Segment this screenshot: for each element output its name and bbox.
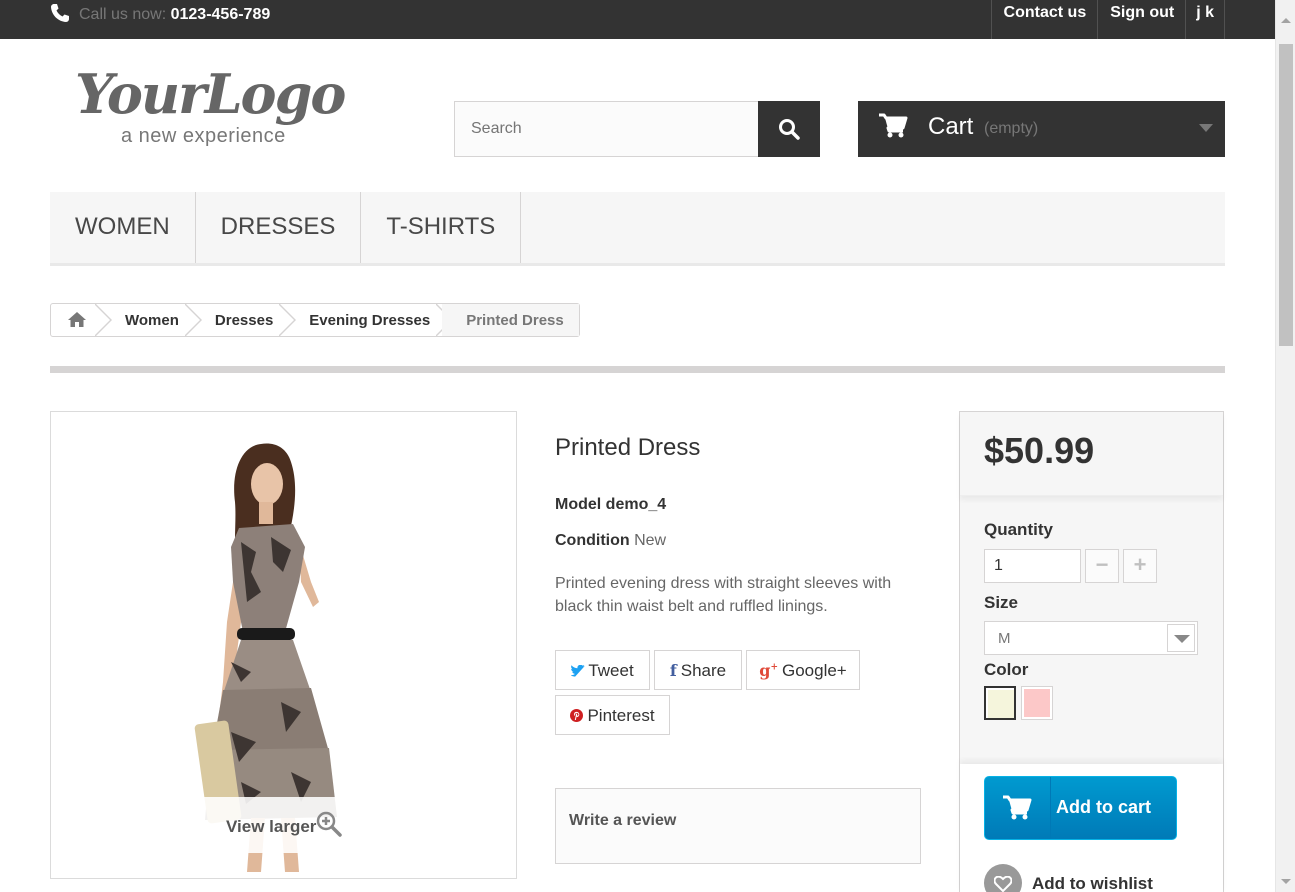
scroll-down-arrow[interactable] [1281,879,1291,884]
menu-item-dresses[interactable]: DRESSES [196,192,362,263]
product-model: Model demo_4 [555,496,666,514]
color-swatch-beige[interactable] [984,686,1016,720]
add-to-cart-label: Add to cart [1056,797,1152,817]
zoom-in-icon [316,811,342,837]
account-link[interactable]: j k [1185,0,1225,39]
phone-icon [51,4,69,22]
swatch-fill [988,690,1014,718]
color-label: Color [984,660,1029,679]
phone-number: 0123-456-789 [170,6,271,23]
quantity-plus-button[interactable]: + [1123,549,1157,583]
scrollbar[interactable] [1275,0,1295,892]
share-label: Share [680,661,727,680]
add-to-cart-button[interactable]: Add to cart [984,776,1177,840]
product-condition: Condition New [555,532,666,550]
condition-value: New [634,532,667,549]
wishlist-label: Add to wishlist [1032,874,1153,892]
buy-actions: Add to cart Add to wishlist [960,764,1223,892]
twitter-icon [570,664,586,677]
swatch-fill [1024,689,1050,717]
call-us-text: Call us now: 0123-456-789 [79,6,270,24]
quantity-minus-button[interactable]: − [1085,549,1119,583]
site-logo[interactable]: YourLogo a new experience [75,62,375,152]
size-label: Size [984,593,1019,612]
product-description: Printed evening dress with straight slee… [555,575,892,615]
product-price: $50.99 [984,430,1095,471]
google-plus-label: Google+ [781,661,847,680]
top-bar: Call us now: 0123-456-789 Contact us Sig… [0,0,1275,39]
cart-status: (empty) [984,120,1039,137]
view-larger-button[interactable]: View larger [198,797,370,853]
buy-box: $50.99 Quantity 1 − + Size M Color Add t… [959,411,1224,892]
tweet-label: Tweet [588,661,634,680]
condition-label: Condition [555,532,630,549]
product-title: Printed Dress [555,434,701,461]
pinterest-icon [570,709,584,722]
menu-item-tshirts[interactable]: T-SHIRTS [361,192,522,263]
color-swatch-pink[interactable] [1021,686,1053,720]
breadcrumb-evening-dresses[interactable]: Evening Dresses [285,304,442,336]
top-nav: Contact us Sign out j k [990,0,1225,39]
search-icon [779,119,800,140]
logo-script: YourLogo [75,62,346,126]
main-menu: WOMEN DRESSES T-SHIRTS [50,192,1225,266]
pinterest-label: Pinterest [587,706,655,725]
facebook-share-button[interactable]: f Share [654,650,742,690]
scroll-up-arrow[interactable] [1281,18,1291,23]
chevron-down-icon [1167,624,1195,652]
heart-icon [984,864,1022,892]
breadcrumb-current: Printed Dress [442,304,579,336]
cart-icon [879,113,908,138]
sign-out-link[interactable]: Sign out [1097,0,1185,39]
menu-item-women[interactable]: WOMEN [50,192,196,263]
model-value: demo_4 [605,496,667,513]
pinterest-button[interactable]: Pinterest [555,695,670,735]
add-to-cart-icon-area [985,777,1051,839]
tweet-button[interactable]: Tweet [555,650,650,690]
call-label: Call us now: [79,6,167,23]
breadcrumb: Women Dresses Evening Dresses Printed Dr… [50,303,580,337]
facebook-icon: f [669,661,677,680]
write-review-button[interactable]: Write a review [555,788,921,864]
cart-label: Cart [928,113,974,140]
write-review-label: Write a review [569,812,677,829]
model-label: Model [555,496,602,513]
product-image[interactable]: View larger [50,411,517,879]
google-plus-icon: g+ [759,661,778,680]
cart-block[interactable]: Cart (empty) [858,101,1225,157]
price-bar: $50.99 [960,412,1223,496]
cart-icon [1003,795,1032,820]
size-value: M [998,630,1011,647]
search-button[interactable] [758,101,820,157]
view-larger-label: View larger [226,817,317,836]
quantity-input[interactable]: 1 [984,549,1081,583]
scrollbar-thumb[interactable] [1279,44,1293,346]
section-divider [50,366,1225,373]
size-select[interactable]: M [984,621,1198,655]
search-input[interactable] [454,101,759,157]
home-icon [68,312,86,327]
breadcrumb-dresses[interactable]: Dresses [191,304,285,336]
chevron-down-icon [1199,124,1213,132]
contact-us-link[interactable]: Contact us [990,0,1098,39]
breadcrumb-women[interactable]: Women [101,304,191,336]
quantity-label: Quantity [984,520,1053,539]
google-plus-button[interactable]: g+ Google+ [746,650,860,690]
logo-tagline: a new experience [121,125,286,147]
